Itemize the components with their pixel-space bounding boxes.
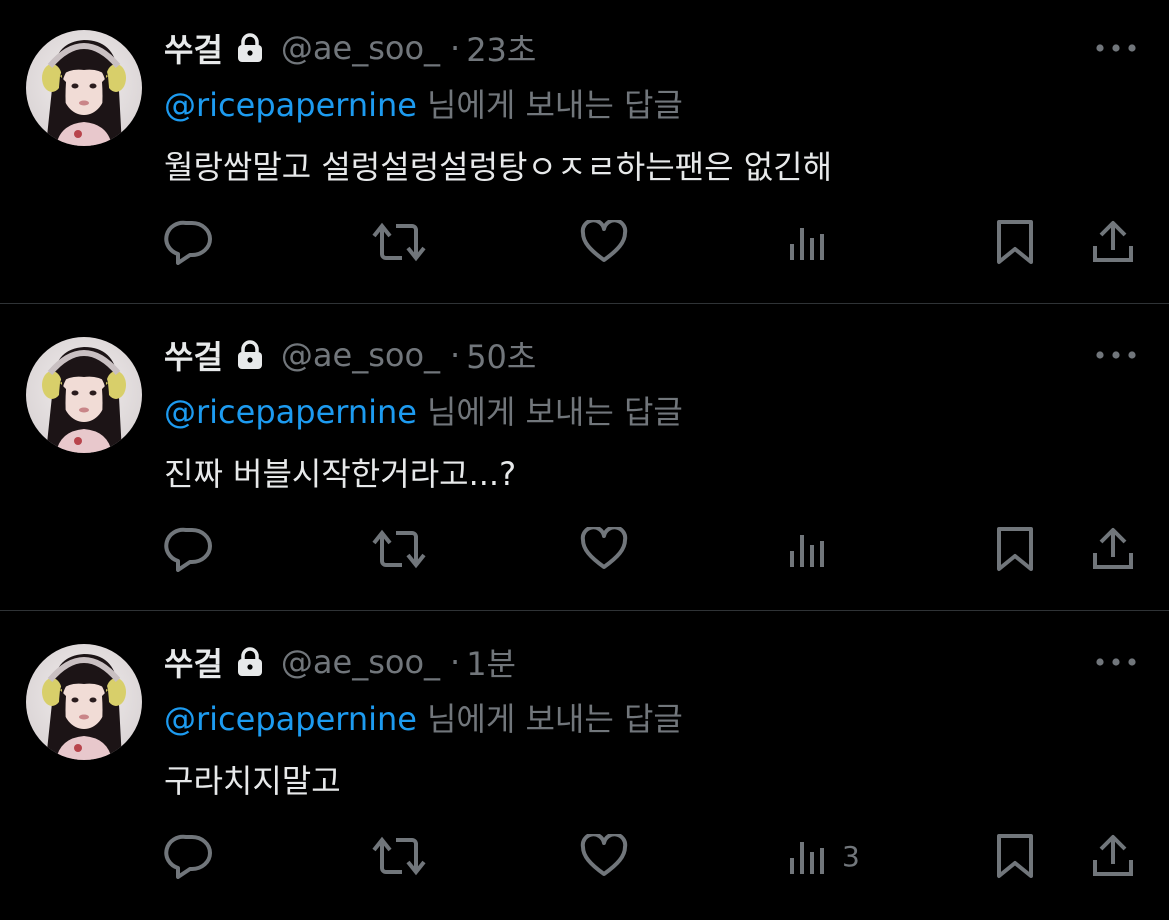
- avatar-image: [26, 337, 142, 453]
- avatar[interactable]: [26, 30, 142, 146]
- bookmark-button[interactable]: [996, 216, 1034, 268]
- reply-button[interactable]: [164, 523, 214, 575]
- separator-dot: ·: [450, 336, 461, 374]
- display-name[interactable]: 쑤걸: [164, 332, 223, 378]
- views-icon: [790, 535, 824, 567]
- display-name[interactable]: 쑤걸: [164, 639, 223, 685]
- avatar-image: [26, 30, 142, 146]
- views-button[interactable]: 3: [788, 830, 860, 882]
- bookmark-icon: [997, 220, 1033, 264]
- tweet-text: 월랑쌈말고 설렁설렁설렁탕ㅇㅈㄹ하는팬은 없긴해: [164, 148, 833, 186]
- avatar-image: [26, 644, 142, 760]
- more-icon[interactable]: [1094, 40, 1138, 59]
- timestamp[interactable]: 23초: [466, 25, 536, 71]
- tweet-header: 쑤걸 @ae_soo_ · 23초: [164, 26, 536, 70]
- lock-icon: [237, 647, 263, 677]
- tweet[interactable]: 쑤걸 @ae_soo_ · 50초 @ricepapernine 님에게 보내는 …: [0, 307, 1169, 613]
- bookmark-icon: [997, 527, 1033, 571]
- share-button[interactable]: [1092, 523, 1134, 575]
- share-icon: [1093, 221, 1133, 262]
- heart-icon: [580, 527, 628, 569]
- tweet-divider: [0, 610, 1169, 611]
- tweet-header: 쑤걸 @ae_soo_ · 1분: [164, 640, 516, 684]
- tweet-text: 진짜 버블시작한거라고...?: [164, 455, 517, 493]
- user-handle[interactable]: @ae_soo_: [281, 643, 440, 681]
- share-icon: [1093, 835, 1133, 876]
- more-icon[interactable]: [1094, 347, 1138, 366]
- reply-icon: [164, 527, 212, 572]
- separator-dot: ·: [450, 643, 461, 681]
- timestamp[interactable]: 50초: [466, 332, 536, 378]
- tweet[interactable]: 쑤걸 @ae_soo_ · 1분 @ricepapernine 님에게 보내는 답…: [0, 614, 1169, 920]
- share-icon: [1093, 528, 1133, 569]
- like-button[interactable]: [580, 830, 628, 882]
- avatar[interactable]: [26, 644, 142, 760]
- share-button[interactable]: [1092, 216, 1134, 268]
- retweet-button[interactable]: [372, 523, 426, 575]
- more-icon[interactable]: [1094, 654, 1138, 673]
- retweet-icon: [372, 529, 426, 569]
- retweet-button[interactable]: [372, 216, 426, 268]
- reply-suffix: 님에게 보내는 답글: [426, 393, 683, 431]
- reply-context: @ricepapernine 님에게 보내는 답글: [164, 80, 683, 126]
- lock-icon: [237, 33, 263, 63]
- views-button[interactable]: [788, 523, 842, 575]
- bookmark-button[interactable]: [996, 830, 1034, 882]
- avatar[interactable]: [26, 337, 142, 453]
- reply-button[interactable]: [164, 216, 214, 268]
- views-button[interactable]: [788, 216, 842, 268]
- views-count: 3: [842, 839, 860, 873]
- mention-link[interactable]: @ricepapernine: [164, 393, 417, 431]
- bookmark-button[interactable]: [996, 523, 1034, 575]
- reply-icon: [164, 220, 212, 265]
- reply-button[interactable]: [164, 830, 214, 882]
- like-button[interactable]: [580, 523, 628, 575]
- tweet-text: 구라치지말고: [164, 762, 341, 800]
- heart-icon: [580, 220, 628, 262]
- user-handle[interactable]: @ae_soo_: [281, 336, 440, 374]
- retweet-icon: [372, 836, 426, 876]
- reply-suffix: 님에게 보내는 답글: [426, 700, 683, 738]
- lock-icon: [237, 340, 263, 370]
- retweet-button[interactable]: [372, 830, 426, 882]
- tweet-divider: [0, 303, 1169, 304]
- reply-context: @ricepapernine 님에게 보내는 답글: [164, 694, 683, 740]
- bookmark-icon: [997, 834, 1033, 878]
- display-name[interactable]: 쑤걸: [164, 25, 223, 71]
- timestamp[interactable]: 1분: [466, 639, 516, 685]
- like-button[interactable]: [580, 216, 628, 268]
- mention-link[interactable]: @ricepapernine: [164, 700, 417, 738]
- reply-suffix: 님에게 보내는 답글: [426, 86, 683, 124]
- views-icon: [790, 842, 824, 874]
- heart-icon: [580, 834, 628, 876]
- reply-context: @ricepapernine 님에게 보내는 답글: [164, 387, 683, 433]
- views-icon: [790, 228, 824, 260]
- tweet-header: 쑤걸 @ae_soo_ · 50초: [164, 333, 536, 377]
- separator-dot: ·: [450, 29, 461, 67]
- tweet[interactable]: 쑤걸 @ae_soo_ · 23초 @ricepapernine 님에게 보내는 …: [0, 0, 1169, 306]
- share-button[interactable]: [1092, 830, 1134, 882]
- mention-link[interactable]: @ricepapernine: [164, 86, 417, 124]
- user-handle[interactable]: @ae_soo_: [281, 29, 440, 67]
- retweet-icon: [372, 222, 426, 262]
- reply-icon: [164, 834, 212, 879]
